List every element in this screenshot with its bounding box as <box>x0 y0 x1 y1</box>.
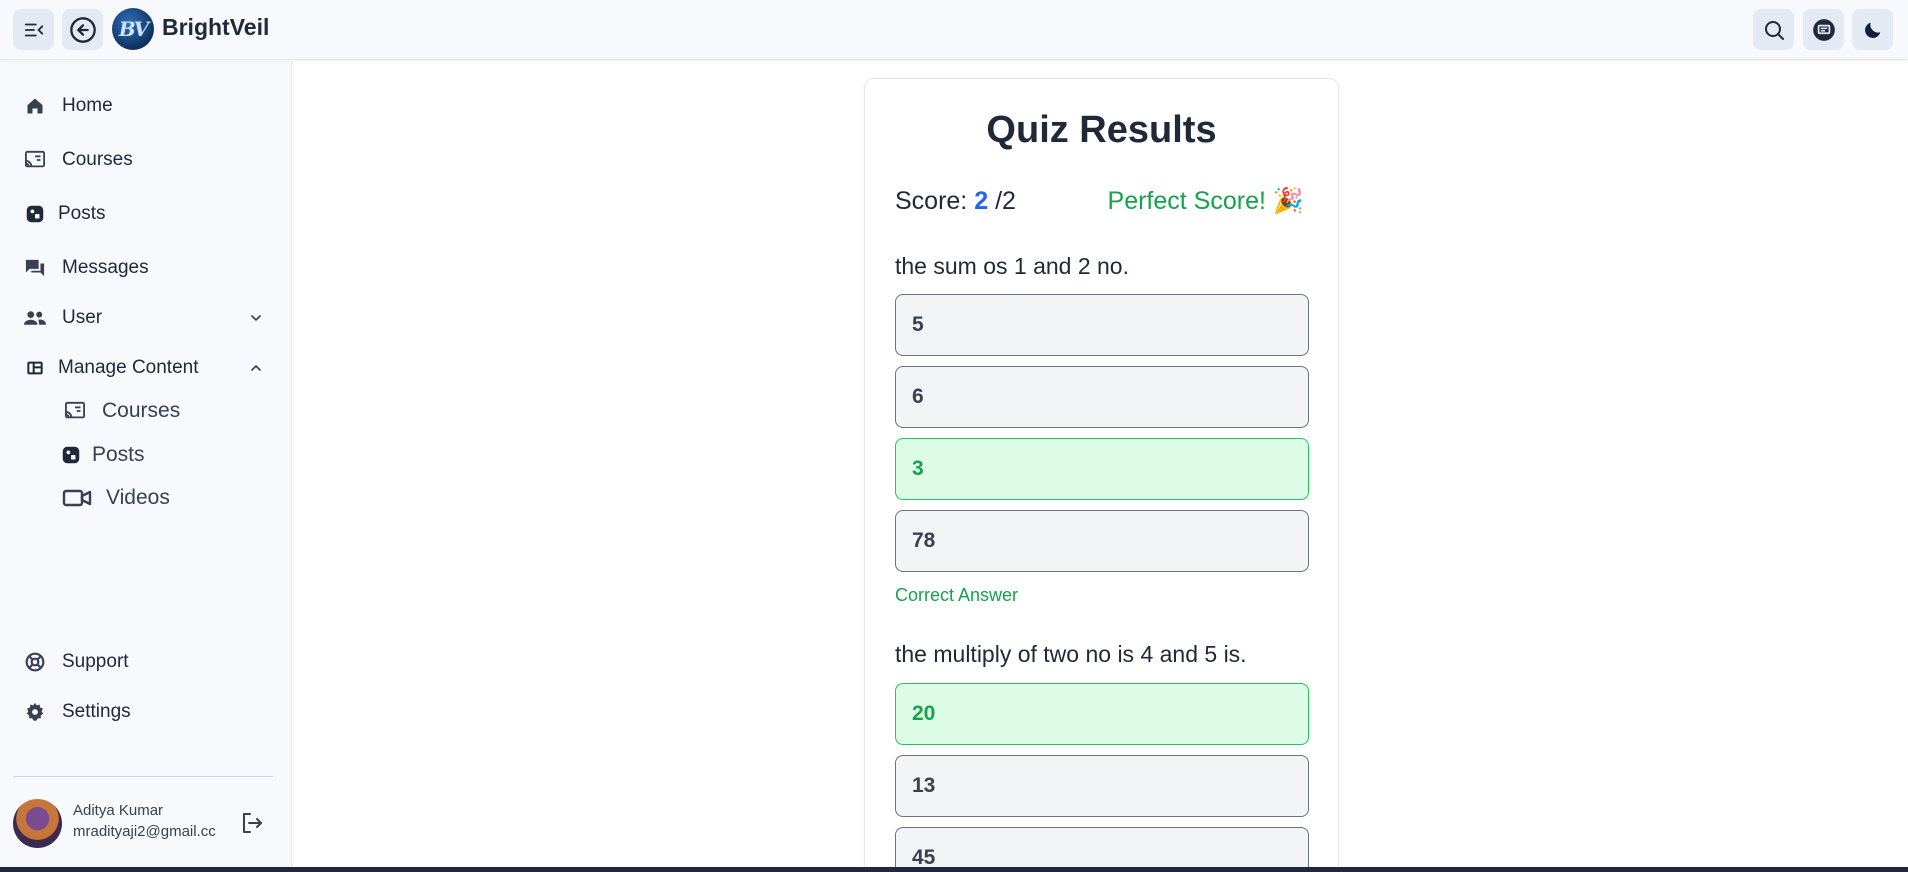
sidebar-item-courses[interactable]: Courses <box>24 149 133 171</box>
messages-icon <box>24 257 46 279</box>
sidebar-item-label: User <box>62 307 103 328</box>
sidebar: Home Courses Posts Messages User Manage … <box>0 61 292 872</box>
back-button[interactable] <box>62 9 103 50</box>
subitem-videos[interactable]: Videos <box>62 486 170 510</box>
answer-option[interactable]: 45 <box>895 827 1309 872</box>
sidebar-item-home[interactable]: Home <box>24 95 113 117</box>
perfect-score-message: Perfect Score! 🎉 <box>1107 187 1304 215</box>
menu-collapse-icon <box>24 23 43 36</box>
answer-option[interactable]: 6 <box>895 366 1309 428</box>
correct-answer-label: Correct Answer <box>895 585 1019 605</box>
subitem-label: Courses <box>102 399 181 422</box>
subitem-courses[interactable]: Courses <box>62 399 180 423</box>
posts-icon <box>24 203 46 225</box>
user-name: Aditya Kumar <box>73 802 164 819</box>
subitem-posts[interactable]: Posts <box>62 443 145 467</box>
home-icon <box>24 95 46 117</box>
cast-icon <box>62 399 88 423</box>
sidebar-item-label: Home <box>62 95 113 116</box>
answer-option-correct[interactable]: 3 <box>895 438 1309 500</box>
sidebar-item-messages[interactable]: Messages <box>24 257 149 279</box>
top-bar: BV BrightVeil <box>0 0 1908 60</box>
users-icon <box>24 307 46 329</box>
chevron-down-icon <box>251 315 261 322</box>
avatar[interactable] <box>13 799 62 848</box>
score-value: 2 <box>974 187 989 215</box>
manage-icon <box>24 357 46 379</box>
search-button[interactable] <box>1753 9 1794 50</box>
gear-icon <box>24 701 46 723</box>
sidebar-item-label: Messages <box>62 257 149 278</box>
search-icon <box>1764 20 1784 40</box>
sidebar-item-label: Courses <box>62 149 133 170</box>
sidebar-item-settings[interactable]: Settings <box>24 701 131 723</box>
subitem-label: Videos <box>106 486 170 509</box>
logo-text: BV <box>118 17 149 41</box>
collapse-sidebar-button[interactable] <box>13 9 54 50</box>
sidebar-item-user[interactable]: User <box>24 307 264 329</box>
chat-icon <box>1812 18 1835 41</box>
answer-option[interactable]: 5 <box>895 294 1309 356</box>
answer-option-correct[interactable]: 20 <box>895 683 1309 745</box>
sidebar-item-label: Posts <box>58 203 106 224</box>
question-text: the multiply of two no is 4 and 5 is. <box>895 641 1247 667</box>
question-text: the sum os 1 and 2 no. <box>895 253 1129 279</box>
quiz-results-card: Quiz Results Score: 2 /2 Perfect Score! … <box>864 78 1339 872</box>
sidebar-item-posts[interactable]: Posts <box>24 203 106 225</box>
sidebar-divider <box>13 776 273 777</box>
posts-icon <box>62 443 80 467</box>
subitem-label: Posts <box>92 443 145 466</box>
page-title: Quiz Results <box>986 109 1217 151</box>
chevron-up-icon <box>251 364 261 371</box>
sidebar-item-label: Manage Content <box>58 357 199 378</box>
sidebar-item-label: Support <box>62 651 129 672</box>
score-text: Score: 2 /2 <box>895 187 1016 216</box>
theme-toggle-button[interactable] <box>1852 9 1893 50</box>
arrow-left-circle-icon <box>69 16 96 43</box>
brand-name[interactable]: BrightVeil <box>162 14 269 41</box>
answer-option[interactable]: 13 <box>895 755 1309 817</box>
user-email: mradityaji2@gmail.cc <box>73 823 216 840</box>
moon-icon <box>1864 22 1880 38</box>
logout-icon[interactable] <box>240 811 264 835</box>
score-label: Score: <box>895 187 968 215</box>
sidebar-item-manage-content[interactable]: Manage Content <box>24 357 264 379</box>
score-total: /2 <box>995 187 1016 215</box>
video-icon <box>62 486 92 510</box>
window-bottom-edge <box>0 867 1908 872</box>
answer-option[interactable]: 78 <box>895 510 1309 572</box>
brand-logo[interactable]: BV <box>112 8 154 50</box>
lifebuoy-icon <box>24 651 46 673</box>
sidebar-item-label: Settings <box>62 701 131 722</box>
chat-button[interactable] <box>1803 9 1844 50</box>
cast-icon <box>24 149 46 171</box>
sidebar-item-support[interactable]: Support <box>24 651 129 673</box>
